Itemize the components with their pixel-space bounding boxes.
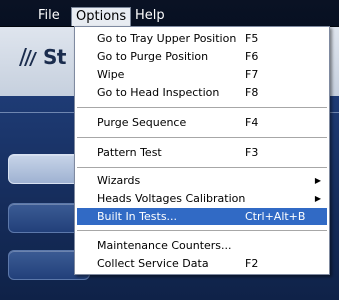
menu-item-shortcut: F8 — [245, 86, 259, 99]
logo-icon — [19, 48, 37, 66]
menu-bar: File Options Help — [0, 0, 339, 27]
menu-item-label: Wipe — [97, 68, 125, 81]
menu-item-label: Wizards — [97, 174, 141, 187]
menu-separator — [77, 107, 327, 108]
menu-item-label: Go to Purge Position — [97, 50, 209, 63]
menu-item-purge-position[interactable]: Go to Purge Position F6 — [77, 48, 327, 65]
menu-separator — [77, 230, 327, 231]
options-dropdown-menu: Go to Tray Upper Position F5 Go to Purge… — [74, 26, 330, 275]
menu-item-label: Go to Head Inspection — [97, 86, 220, 99]
menu-item-pattern-test[interactable]: Pattern Test F3 — [77, 144, 327, 161]
menu-item-wizards[interactable]: Wizards ▶ — [77, 172, 327, 189]
triangle-right-icon: ▶ — [314, 176, 321, 185]
menu-item-shortcut: F6 — [245, 50, 259, 63]
menu-item-label: Maintenance Counters... — [97, 239, 232, 252]
logo-text: St — [43, 45, 66, 69]
menu-item-label: Go to Tray Upper Position — [97, 32, 237, 45]
menu-item-label: Pattern Test — [97, 146, 162, 159]
menu-item-label: Purge Sequence — [97, 116, 187, 129]
menu-separator — [77, 167, 327, 168]
menu-item-tray-upper-position[interactable]: Go to Tray Upper Position F5 — [77, 30, 327, 47]
menu-item-maintenance-counters[interactable]: Maintenance Counters... — [77, 237, 327, 254]
menu-item-shortcut: F3 — [245, 146, 259, 159]
menu-item-shortcut: F4 — [245, 116, 259, 129]
menu-item-heads-voltages-calibration[interactable]: Heads Voltages Calibration ▶ — [77, 190, 327, 207]
menu-item-label: Heads Voltages Calibration — [97, 192, 246, 205]
menu-item-label: Built In Tests... — [97, 210, 178, 223]
menu-item-label: Collect Service Data — [97, 257, 209, 270]
menu-item-purge-sequence[interactable]: Purge Sequence F4 — [77, 114, 327, 131]
menu-item-shortcut: F2 — [245, 257, 259, 270]
menu-item-shortcut: Ctrl+Alt+B — [245, 210, 306, 223]
menu-item-wipe[interactable]: Wipe F7 — [77, 66, 327, 83]
menu-separator — [77, 137, 327, 138]
menu-item-head-inspection[interactable]: Go to Head Inspection F8 — [77, 84, 327, 101]
menu-item-built-in-tests[interactable]: Built In Tests... Ctrl+Alt+B — [77, 208, 327, 225]
menu-item-collect-service-data[interactable]: Collect Service Data F2 — [77, 255, 327, 272]
menu-item-shortcut: F5 — [245, 32, 259, 45]
menu-file[interactable]: File — [38, 8, 60, 23]
menu-help[interactable]: Help — [135, 8, 165, 23]
menu-item-shortcut: F7 — [245, 68, 259, 81]
triangle-right-icon: ▶ — [314, 194, 321, 203]
menu-options[interactable]: Options — [71, 7, 132, 26]
